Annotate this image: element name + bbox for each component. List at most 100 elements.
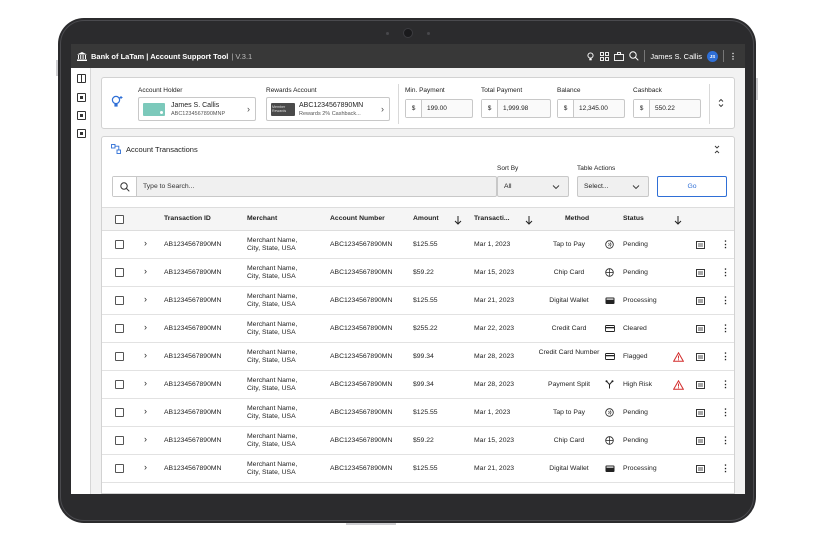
- column-header-merchant[interactable]: Merchant: [247, 215, 277, 222]
- row-actions-icon[interactable]: ⋮: [721, 239, 730, 250]
- left-rail: [71, 68, 91, 494]
- notes-icon[interactable]: [696, 381, 705, 389]
- amount: $59.22: [413, 269, 434, 276]
- go-button[interactable]: Go: [657, 176, 727, 197]
- table-row[interactable]: › AB1234567890MN Merchant Name, City, State…: [102, 427, 734, 455]
- table-row[interactable]: › AB1234567890MN Merchant Name, City, State…: [102, 399, 734, 427]
- volume-button: [56, 60, 58, 76]
- nav-module-icon[interactable]: [77, 111, 86, 120]
- notes-icon[interactable]: [696, 269, 705, 277]
- merchant-line-1: Merchant Name,: [247, 321, 298, 328]
- expand-row-chevron-icon[interactable]: ›: [144, 462, 147, 472]
- account-summary: Account Holder James S. Callis ABC123456…: [101, 77, 735, 129]
- account-card-thumbnail: [143, 103, 165, 116]
- row-actions-icon[interactable]: ⋮: [721, 323, 730, 334]
- notes-icon[interactable]: [696, 241, 705, 249]
- expand-row-chevron-icon[interactable]: ›: [144, 406, 147, 416]
- row-checkbox[interactable]: [115, 380, 124, 389]
- lightbulb-icon[interactable]: [586, 51, 595, 61]
- merchant-name: Merchant Name, City, State, USA: [247, 461, 297, 477]
- column-header-transaction-date[interactable]: Transacti...: [474, 215, 510, 222]
- column-header-amount[interactable]: Amount: [413, 215, 439, 222]
- account-number: ABC1234567890MN: [330, 353, 393, 360]
- table-row[interactable]: › AB1234567890MN Merchant Name, City, State…: [102, 315, 734, 343]
- table-actions-select[interactable]: Select...: [577, 176, 649, 197]
- notes-icon[interactable]: [696, 325, 705, 333]
- table-row[interactable]: › AB1234567890MN Merchant Name, City, State…: [102, 343, 734, 371]
- notes-icon[interactable]: [696, 465, 705, 473]
- user-name[interactable]: James S. Callis: [650, 52, 702, 61]
- select-all-checkbox[interactable]: [115, 215, 124, 224]
- column-header-method[interactable]: Method: [565, 215, 589, 222]
- row-actions-icon[interactable]: ⋮: [721, 407, 730, 418]
- warning-icon: [673, 380, 684, 390]
- transactions-icon: [111, 144, 121, 154]
- notes-icon[interactable]: [696, 297, 705, 305]
- table-row[interactable]: › AB1234567890MN Merchant Name, City, State…: [102, 455, 734, 483]
- table-row[interactable]: › AB1234567890MN Merchant Name, City, State…: [102, 259, 734, 287]
- sort-arrow-icon[interactable]: [674, 215, 682, 225]
- search-input[interactable]: Type to Search...: [112, 176, 497, 197]
- table-row[interactable]: › AB1234567890MN Merchant Name, City, State…: [102, 371, 734, 399]
- collapse-icon[interactable]: [714, 145, 720, 154]
- transaction-id: AB1234567890MN: [164, 437, 222, 444]
- row-actions-icon[interactable]: ⋮: [721, 351, 730, 362]
- row-checkbox[interactable]: [115, 268, 124, 277]
- rewards-account-selector[interactable]: Member Rewards ABC1234567890MN Rewards 2…: [266, 97, 390, 121]
- chevron-right-icon: ›: [247, 104, 250, 114]
- card-icon: [605, 352, 615, 363]
- row-checkbox[interactable]: [115, 408, 124, 417]
- grid-icon[interactable]: [600, 51, 610, 61]
- search-icon[interactable]: [629, 51, 639, 61]
- avatar[interactable]: JS: [707, 50, 718, 62]
- expand-collapse-icon[interactable]: [718, 98, 724, 108]
- nav-module-icon[interactable]: [77, 129, 86, 138]
- status: Processing: [623, 297, 657, 304]
- expand-row-chevron-icon[interactable]: ›: [144, 238, 147, 248]
- status: High Risk: [623, 381, 653, 388]
- header-divider: [644, 50, 646, 62]
- row-actions-icon[interactable]: ⋮: [721, 379, 730, 390]
- merchant-line-1: Merchant Name,: [247, 349, 298, 356]
- expand-row-chevron-icon[interactable]: ›: [144, 294, 147, 304]
- total-payment-value: 1,999.98: [503, 105, 529, 112]
- expand-row-chevron-icon[interactable]: ›: [144, 434, 147, 444]
- transaction-date: Mar 15, 2023: [474, 269, 515, 276]
- notes-icon[interactable]: [696, 437, 705, 445]
- merchant-line-1: Merchant Name,: [247, 377, 298, 384]
- notes-icon[interactable]: [696, 409, 705, 417]
- column-header-status[interactable]: Status: [623, 215, 644, 222]
- row-actions-icon[interactable]: ⋮: [721, 267, 730, 278]
- search-placeholder: Type to Search...: [143, 183, 195, 190]
- column-header-transaction-id[interactable]: Transaction ID: [164, 215, 211, 222]
- row-checkbox[interactable]: [115, 296, 124, 305]
- column-header-account-number[interactable]: Account Number: [330, 215, 385, 222]
- row-checkbox[interactable]: [115, 240, 124, 249]
- account-number: ABC1234567890MN: [330, 269, 393, 276]
- row-actions-icon[interactable]: ⋮: [721, 295, 730, 306]
- summary-divider: [709, 84, 710, 124]
- more-options-icon[interactable]: ⋮: [729, 52, 737, 61]
- expand-row-chevron-icon[interactable]: ›: [144, 350, 147, 360]
- notes-icon[interactable]: [696, 353, 705, 361]
- expand-row-chevron-icon[interactable]: ›: [144, 322, 147, 332]
- expand-row-chevron-icon[interactable]: ›: [144, 266, 147, 276]
- row-actions-icon[interactable]: ⋮: [721, 435, 730, 446]
- table-row[interactable]: › AB1234567890MN Merchant Name, City, State…: [102, 287, 734, 315]
- row-checkbox[interactable]: [115, 324, 124, 333]
- balance-label: Balance: [557, 87, 581, 94]
- nav-module-icon[interactable]: [77, 93, 86, 102]
- row-checkbox[interactable]: [115, 352, 124, 361]
- sort-by-select[interactable]: All: [497, 176, 569, 197]
- sort-arrow-icon[interactable]: [454, 215, 462, 225]
- panel-toggle-icon[interactable]: [77, 74, 86, 83]
- account-number: ABC1234567890MN: [330, 381, 393, 388]
- row-actions-icon[interactable]: ⋮: [721, 463, 730, 474]
- sort-arrow-icon[interactable]: [525, 215, 533, 225]
- row-checkbox[interactable]: [115, 464, 124, 473]
- account-holder-selector[interactable]: James S. Callis ABC1234567890MNP ›: [138, 97, 256, 121]
- expand-row-chevron-icon[interactable]: ›: [144, 378, 147, 388]
- briefcase-icon[interactable]: [614, 51, 625, 61]
- row-checkbox[interactable]: [115, 436, 124, 445]
- table-row[interactable]: › AB1234567890MN Merchant Name, City, State…: [102, 231, 734, 259]
